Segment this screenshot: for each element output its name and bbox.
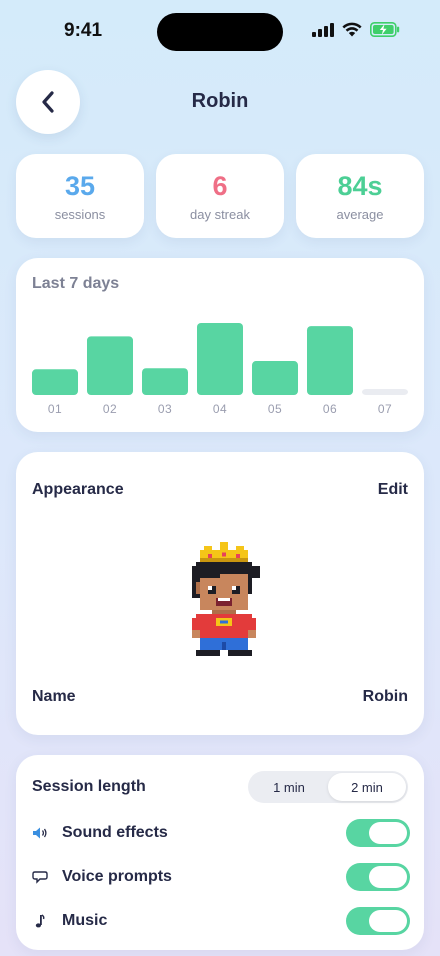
stat-card-average: 84s average xyxy=(296,154,424,238)
setting-row-sound-effects: Sound effects xyxy=(32,819,410,847)
dynamic-island xyxy=(157,13,283,51)
chart-bar-03 xyxy=(142,368,188,395)
status-bar: 9:41 xyxy=(0,0,440,64)
stat-label: average xyxy=(336,207,384,222)
status-time: 9:41 xyxy=(64,20,103,41)
stat-value: 6 xyxy=(212,171,228,201)
name-label: Name xyxy=(32,688,76,705)
activity-chart-card: Last 7 days 01 02 03 04 05 06 07 xyxy=(16,258,424,432)
chart-tick-label: 07 xyxy=(378,402,392,416)
settings-card: Session length 1 min 2 min Sound effects… xyxy=(16,755,424,950)
toggle-knob xyxy=(369,866,407,888)
wifi-icon xyxy=(342,22,362,37)
stat-card-sessions: 35 sessions xyxy=(16,154,144,238)
session-option-2-min[interactable]: 2 min xyxy=(328,773,406,801)
sound-effects-toggle[interactable] xyxy=(346,819,410,847)
pixel-avatar xyxy=(192,542,260,656)
session-length-label: Session length xyxy=(32,778,146,795)
chart-bar-02 xyxy=(87,336,133,395)
chart-tick-label: 05 xyxy=(268,402,282,416)
cellular-signal-icon xyxy=(312,22,334,37)
setting-row-voice-prompts: Voice prompts xyxy=(32,863,410,891)
chart-tick-label: 01 xyxy=(48,402,62,416)
chart-tick-label: 06 xyxy=(323,402,337,416)
setting-label: Music xyxy=(62,912,108,929)
stat-value: 84s xyxy=(337,171,383,201)
toggle-knob xyxy=(369,822,407,844)
bar-chart: 01 02 03 04 05 06 07 xyxy=(32,323,408,416)
session-length-segmented-control: 1 min 2 min xyxy=(248,771,408,803)
crown-icon xyxy=(200,542,248,562)
battery-charging-icon xyxy=(370,22,400,37)
chart-bar-04 xyxy=(197,323,243,395)
chart-bar-05 xyxy=(252,361,298,395)
speaker-icon xyxy=(32,825,48,841)
voice-prompts-toggle[interactable] xyxy=(346,863,410,891)
name-value[interactable]: Robin xyxy=(363,688,408,706)
chart-tick-label: 02 xyxy=(103,402,117,416)
chart-bar-01 xyxy=(32,369,78,395)
stat-label: sessions xyxy=(54,207,106,222)
stat-label: day streak xyxy=(190,207,250,222)
appearance-title: Appearance xyxy=(32,481,124,498)
appearance-card: Appearance Edit Name Robin xyxy=(16,452,424,735)
chart-tick-label: 03 xyxy=(158,402,172,416)
music-note-icon xyxy=(32,913,48,929)
page-title: Robin xyxy=(191,90,249,112)
chart-bar-07 xyxy=(362,389,408,395)
stat-card-streak: 6 day streak xyxy=(156,154,284,238)
status-icons xyxy=(312,22,400,37)
speech-bubble-icon xyxy=(32,869,48,885)
toggle-knob xyxy=(369,910,407,932)
session-option-1-min[interactable]: 1 min xyxy=(250,773,328,801)
chart-tick-label: 04 xyxy=(213,402,227,416)
setting-label: Voice prompts xyxy=(62,868,172,885)
music-toggle[interactable] xyxy=(346,907,410,935)
setting-label: Sound effects xyxy=(62,824,168,841)
chart-bar-06 xyxy=(307,326,353,395)
setting-row-music: Music xyxy=(32,907,410,935)
edit-button[interactable]: Edit xyxy=(378,481,408,499)
stat-value: 35 xyxy=(64,171,96,201)
